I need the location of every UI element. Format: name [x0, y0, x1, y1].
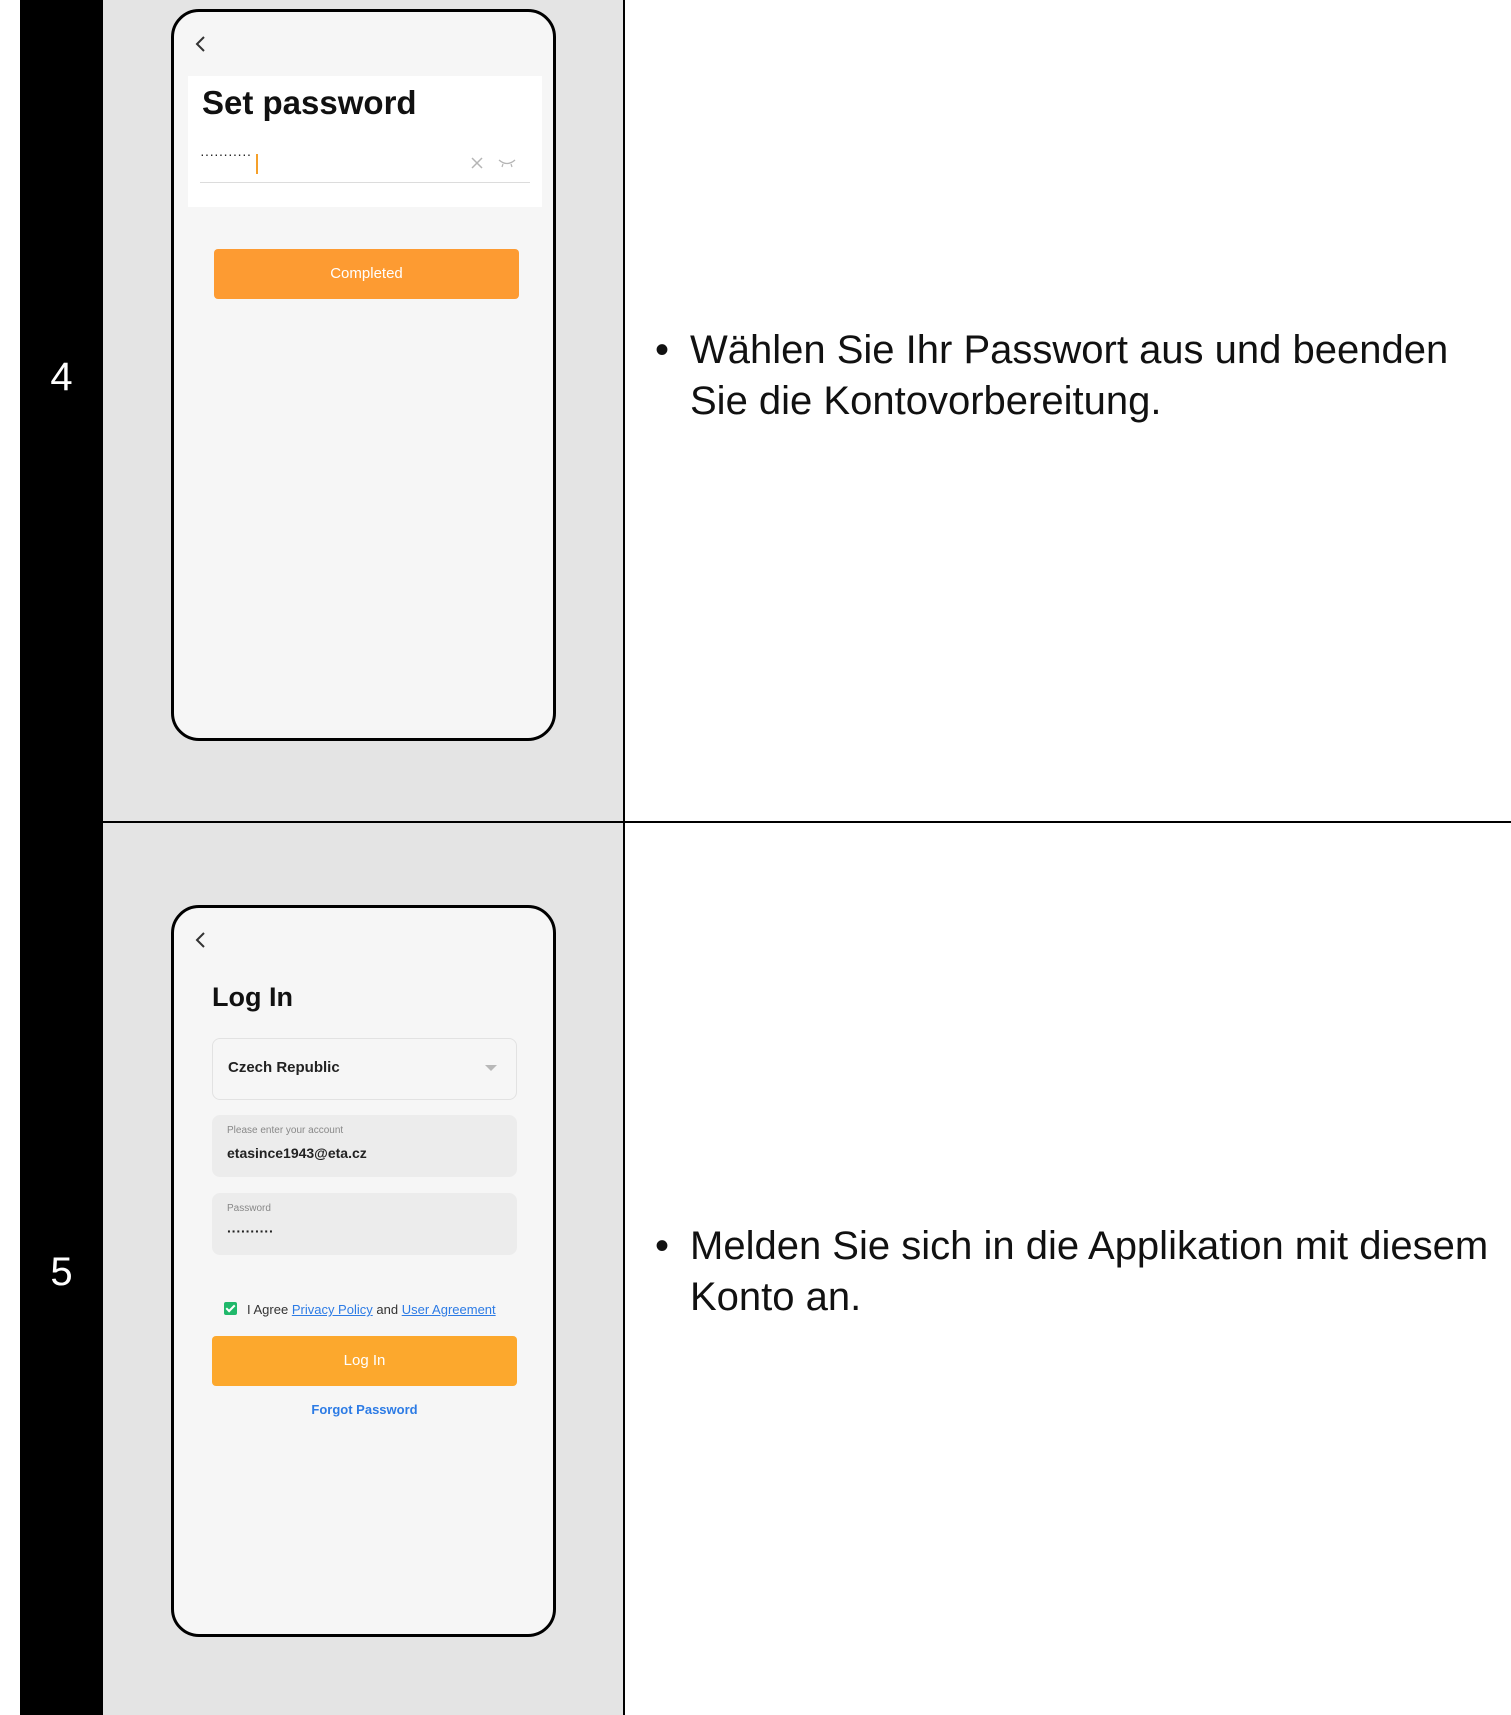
account-field[interactable]: Please enter your account etasince1943@e…: [212, 1115, 517, 1177]
input-underline: [200, 182, 530, 183]
account-value: etasince1943@eta.cz: [227, 1145, 367, 1161]
country-select[interactable]: Czech Republic: [212, 1038, 517, 1100]
phone-screen-set-password: Set password ··········· Completed: [171, 9, 556, 741]
back-arrow-icon[interactable]: [192, 928, 210, 952]
instruction-text: • Melden Sie sich in die Applikation mit…: [655, 1221, 1505, 1323]
country-value: Czech Republic: [228, 1059, 340, 1076]
page-title: Log In: [212, 982, 293, 1012]
step-number: 4: [50, 355, 73, 399]
caret-down-icon: [485, 1065, 497, 1071]
text-cursor: [256, 154, 258, 174]
password-card: Set password ···········: [188, 76, 542, 207]
agreement-row: I Agree Privacy Policy and User Agreemen…: [224, 1302, 496, 1317]
checkbox-checked-icon[interactable]: [224, 1302, 237, 1315]
password-field[interactable]: Password ··········: [212, 1193, 517, 1255]
agree-prefix: I Agree: [247, 1302, 289, 1317]
bullet-icon: •: [655, 1224, 670, 1268]
instruction-text: • Wählen Sie Ihr Passwort aus und beende…: [655, 325, 1505, 427]
privacy-policy-link[interactable]: Privacy Policy: [292, 1302, 373, 1317]
password-placeholder: Password: [227, 1203, 271, 1214]
account-placeholder: Please enter your account: [227, 1125, 344, 1136]
agree-and: and: [376, 1302, 399, 1317]
login-button[interactable]: Log In: [212, 1336, 517, 1386]
clear-icon[interactable]: [470, 156, 484, 170]
bullet-icon: •: [655, 328, 670, 372]
back-arrow-icon[interactable]: [192, 32, 210, 56]
forgot-password-link[interactable]: Forgot Password: [212, 1402, 517, 1417]
page-title: Set password: [202, 84, 417, 121]
completed-button[interactable]: Completed: [214, 249, 519, 299]
step-number: 5: [50, 1250, 73, 1294]
password-input[interactable]: ···········: [200, 146, 251, 162]
instruction-line: Wählen Sie Ihr Passwort aus und beenden …: [690, 328, 1449, 423]
eye-closed-icon[interactable]: [498, 158, 516, 168]
step-number-column: [20, 0, 103, 1715]
instruction-line: Melden Sie sich in die Applikation mit d…: [690, 1224, 1489, 1319]
phone-screen-log-in: Log In Czech Republic Please enter your …: [171, 905, 556, 1637]
password-value: ··········: [227, 1223, 274, 1239]
user-agreement-link[interactable]: User Agreement: [402, 1302, 496, 1317]
